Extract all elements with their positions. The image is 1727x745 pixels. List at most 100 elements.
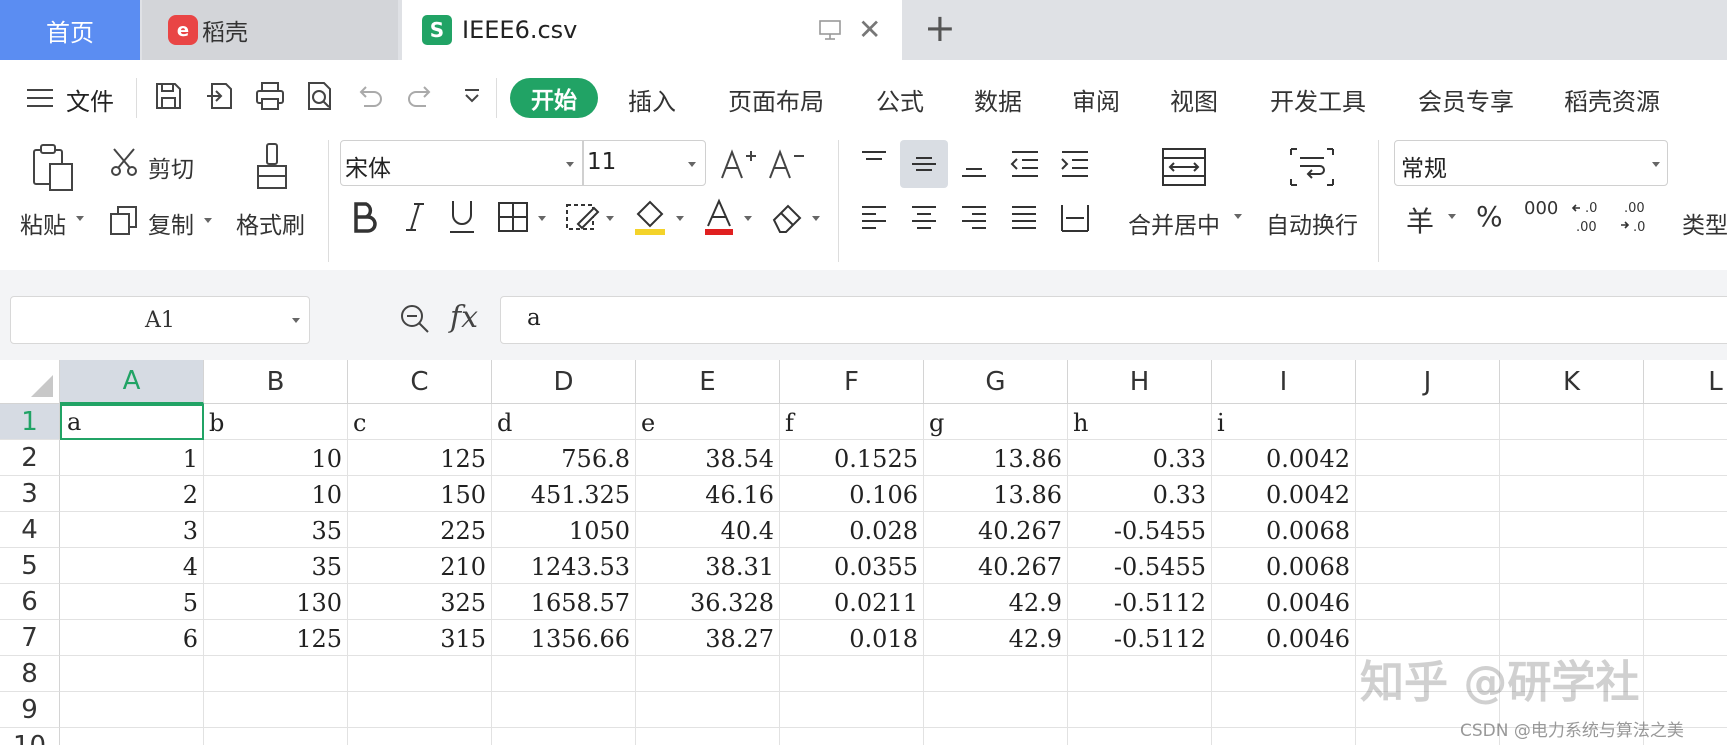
data-cell[interactable]: 40.267 (924, 548, 1068, 584)
empty-cell[interactable] (636, 656, 780, 692)
menu-view[interactable]: 视图 (1170, 82, 1218, 117)
empty-cell[interactable] (1644, 584, 1727, 620)
wrap-text-button[interactable]: 自动换行 (1266, 206, 1358, 240)
empty-cell[interactable] (1500, 404, 1644, 440)
empty-cell[interactable] (1644, 548, 1727, 584)
empty-cell[interactable] (1644, 656, 1727, 692)
chevron-down-icon[interactable] (204, 218, 212, 223)
empty-cell[interactable] (1068, 656, 1212, 692)
menu-page-layout[interactable]: 页面布局 (728, 82, 824, 117)
empty-cell[interactable] (1212, 692, 1356, 728)
italic-icon[interactable] (400, 200, 430, 234)
menu-developer[interactable]: 开发工具 (1270, 82, 1366, 117)
column-header-k[interactable]: K (1500, 360, 1644, 404)
column-header-f[interactable]: F (780, 360, 924, 404)
empty-cell[interactable] (780, 692, 924, 728)
menu-insert[interactable]: 插入 (628, 82, 676, 117)
header-cell[interactable]: i (1212, 404, 1356, 440)
row-header-9[interactable]: 9 (0, 692, 60, 728)
data-cell[interactable]: 1658.57 (492, 584, 636, 620)
chevron-down-icon[interactable] (292, 318, 300, 323)
redo-icon[interactable] (404, 80, 436, 112)
data-cell[interactable]: 40.4 (636, 512, 780, 548)
row-header-5[interactable]: 5 (0, 548, 60, 584)
data-cell[interactable]: 125 (348, 440, 492, 476)
scissors-icon[interactable] (108, 146, 140, 178)
paste-button[interactable]: 粘贴 (20, 206, 66, 240)
hamburger-menu-icon[interactable] (26, 87, 54, 109)
empty-cell[interactable] (1500, 512, 1644, 548)
data-cell[interactable]: 10 (204, 476, 348, 512)
data-cell[interactable]: -0.5455 (1068, 548, 1212, 584)
data-cell[interactable]: 35 (204, 512, 348, 548)
distribute-icon[interactable] (1058, 202, 1092, 234)
percent-button[interactable]: % (1476, 200, 1503, 233)
data-cell[interactable]: 0.33 (1068, 440, 1212, 476)
data-cell[interactable]: 150 (348, 476, 492, 512)
empty-cell[interactable] (1356, 476, 1500, 512)
empty-cell[interactable] (1068, 728, 1212, 745)
header-cell[interactable]: h (1068, 404, 1212, 440)
empty-cell[interactable] (1356, 548, 1500, 584)
row-header-7[interactable]: 7 (0, 620, 60, 656)
empty-cell[interactable] (1500, 548, 1644, 584)
eraser-icon[interactable] (770, 200, 804, 234)
header-cell[interactable]: g (924, 404, 1068, 440)
bold-icon[interactable] (350, 200, 380, 234)
menu-data[interactable]: 数据 (974, 82, 1022, 117)
column-header-a[interactable]: A (60, 360, 204, 404)
header-cell[interactable]: d (492, 404, 636, 440)
data-cell[interactable]: 0.018 (780, 620, 924, 656)
data-cell[interactable]: 0.106 (780, 476, 924, 512)
empty-cell[interactable] (1356, 512, 1500, 548)
empty-cell[interactable] (492, 656, 636, 692)
undo-icon[interactable] (354, 80, 386, 112)
row-header-6[interactable]: 6 (0, 584, 60, 620)
data-cell[interactable]: 0.0355 (780, 548, 924, 584)
data-cell[interactable]: 325 (348, 584, 492, 620)
empty-cell[interactable] (780, 656, 924, 692)
empty-cell[interactable] (1500, 440, 1644, 476)
data-cell[interactable]: -0.5112 (1068, 584, 1212, 620)
row-header-2[interactable]: 2 (0, 440, 60, 476)
empty-cell[interactable] (1644, 476, 1727, 512)
empty-cell[interactable] (204, 656, 348, 692)
data-cell[interactable]: 40.267 (924, 512, 1068, 548)
empty-cell[interactable] (348, 728, 492, 745)
empty-cell[interactable] (1644, 512, 1727, 548)
chevron-down-icon[interactable] (744, 216, 752, 221)
copy-icon[interactable] (108, 204, 140, 236)
menu-review[interactable]: 审阅 (1072, 82, 1120, 117)
decrease-decimal-icon[interactable]: .00 .0 (1618, 198, 1654, 236)
column-header-h[interactable]: H (1068, 360, 1212, 404)
data-cell[interactable]: 0.0046 (1212, 584, 1356, 620)
data-cell[interactable]: 3 (60, 512, 204, 548)
data-cell[interactable]: 756.8 (492, 440, 636, 476)
data-cell[interactable]: 0.0042 (1212, 440, 1356, 476)
empty-cell[interactable] (1500, 476, 1644, 512)
justify-icon[interactable] (1008, 202, 1040, 234)
empty-cell[interactable] (636, 728, 780, 745)
chevron-down-icon[interactable] (1652, 162, 1660, 167)
increase-indent-icon[interactable] (1058, 148, 1092, 180)
cell-type-button[interactable]: 类型 (1682, 206, 1727, 240)
borders-icon[interactable] (496, 200, 530, 234)
close-icon[interactable]: ✕ (858, 16, 881, 44)
align-right-icon[interactable] (958, 202, 990, 234)
data-cell[interactable]: 10 (204, 440, 348, 476)
menu-formula[interactable]: 公式 (876, 82, 924, 117)
data-cell[interactable]: 38.27 (636, 620, 780, 656)
row-header-4[interactable]: 4 (0, 512, 60, 548)
chevron-down-icon[interactable] (812, 216, 820, 221)
empty-cell[interactable] (1212, 656, 1356, 692)
align-left-icon[interactable] (858, 202, 890, 234)
data-cell[interactable]: 5 (60, 584, 204, 620)
print-icon[interactable] (254, 80, 286, 112)
menu-member[interactable]: 会员专享 (1418, 82, 1514, 117)
data-cell[interactable]: 1356.66 (492, 620, 636, 656)
data-cell[interactable]: 0.0046 (1212, 620, 1356, 656)
empty-cell[interactable] (1644, 404, 1727, 440)
data-cell[interactable]: 46.16 (636, 476, 780, 512)
copy-button[interactable]: 复制 (148, 206, 194, 240)
header-cell[interactable]: e (636, 404, 780, 440)
